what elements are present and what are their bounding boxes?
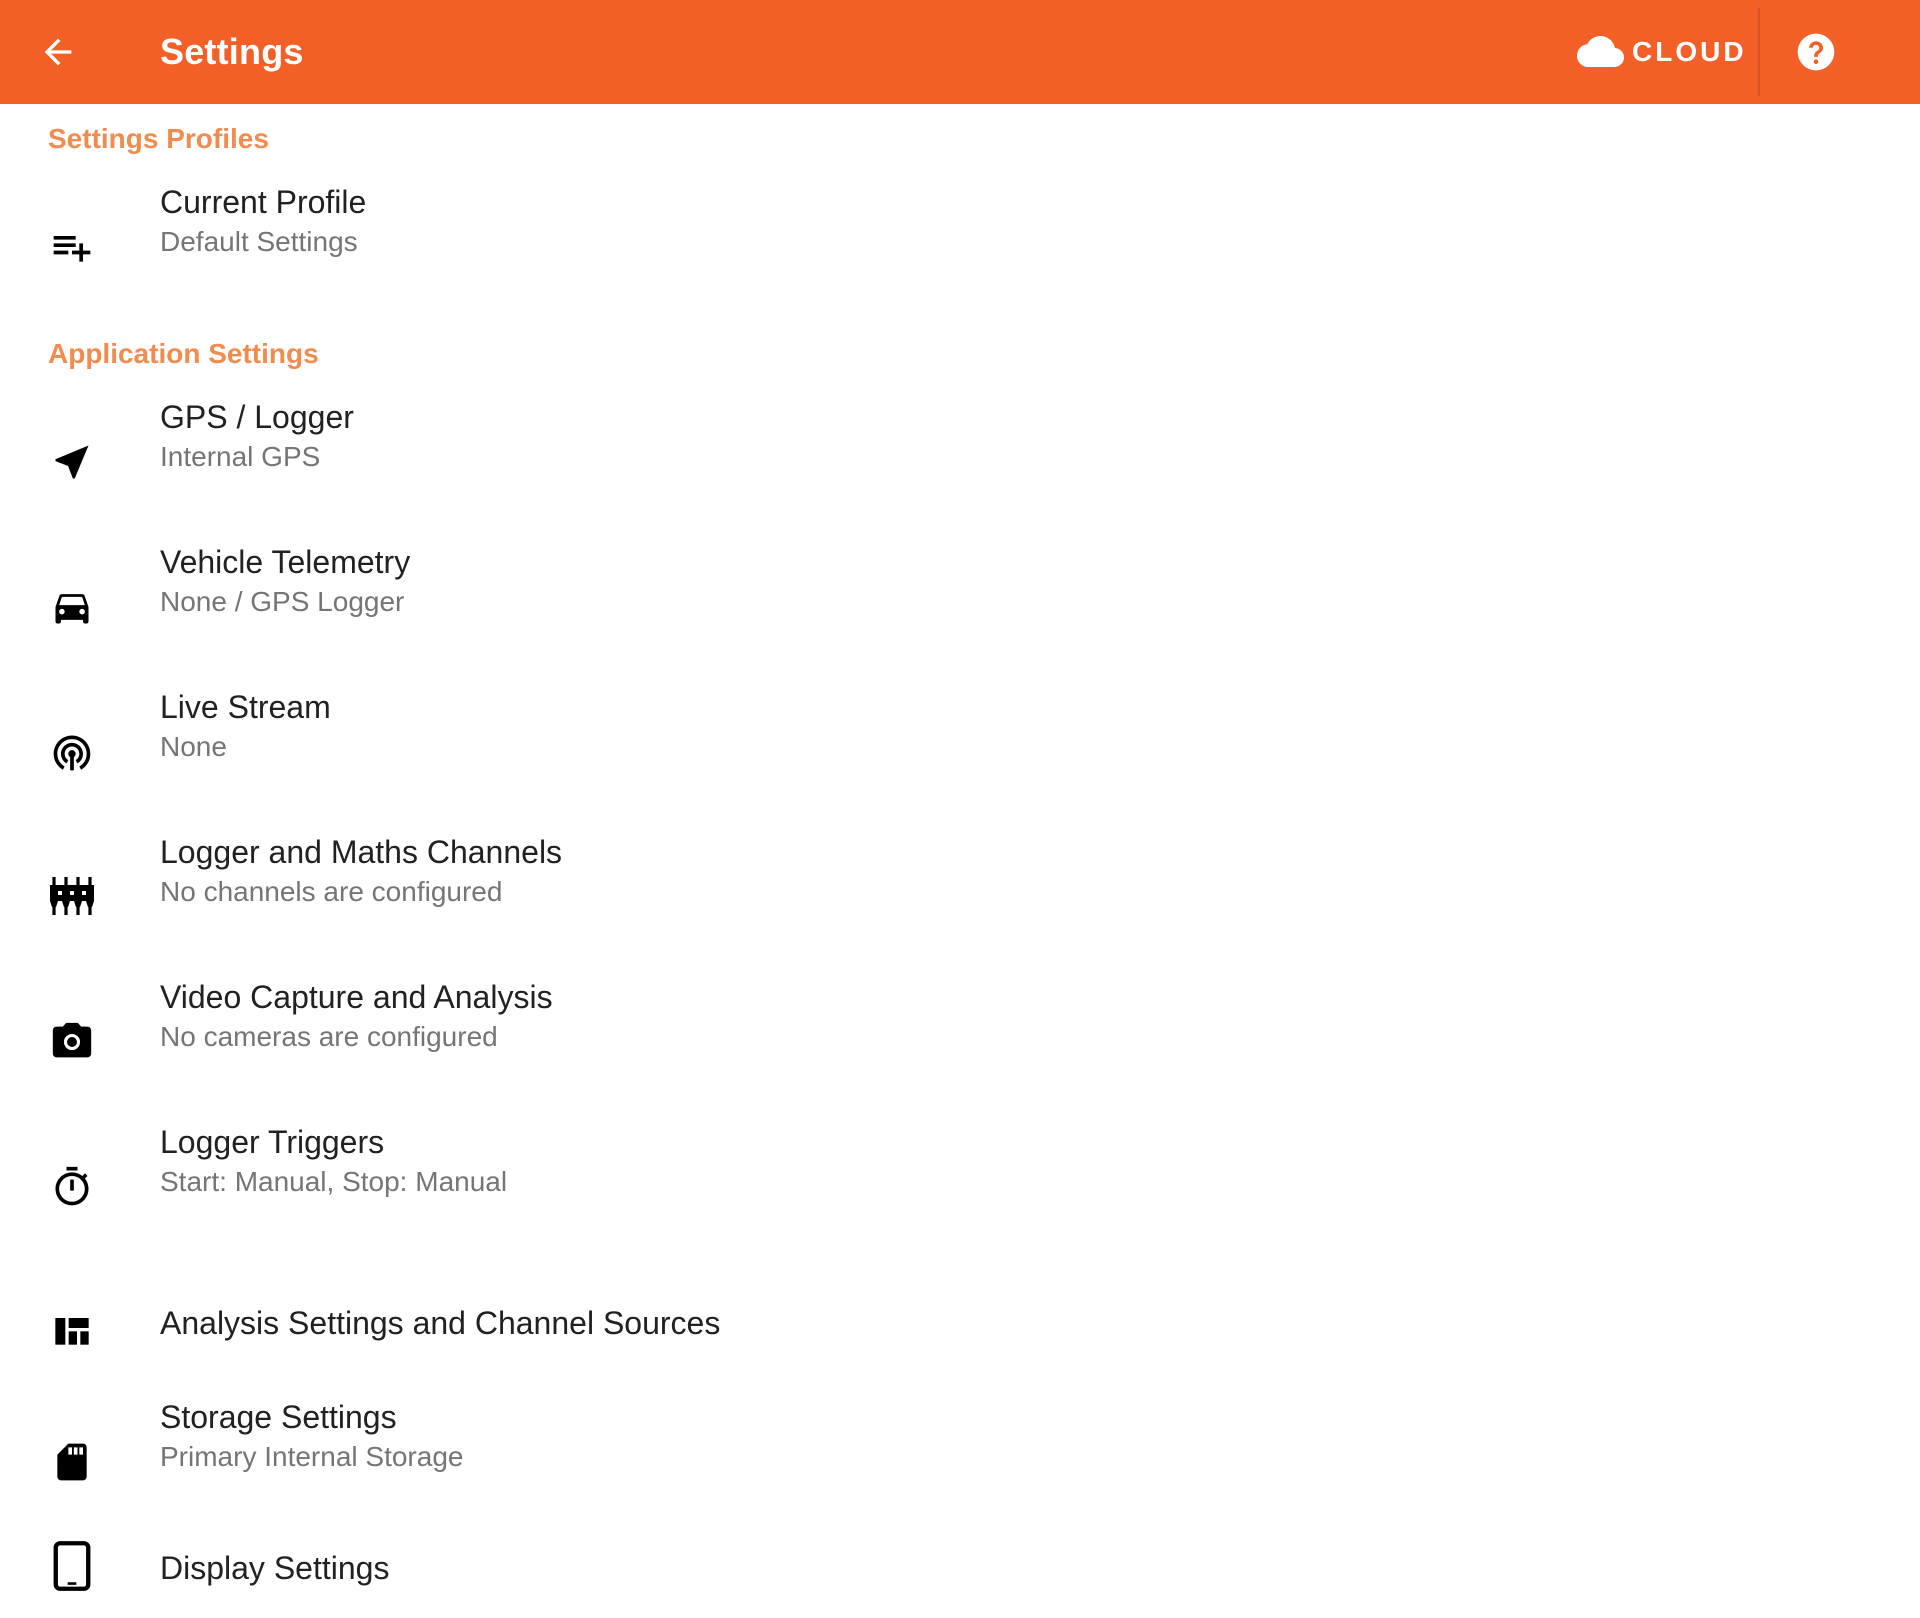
section-header-profiles: Settings Profiles bbox=[48, 123, 269, 154]
help-button[interactable] bbox=[1792, 28, 1840, 76]
item-title: Video Capture and Analysis bbox=[160, 979, 553, 1015]
playlist-add-icon bbox=[48, 223, 96, 271]
app-bar: Settings CLOUD bbox=[0, 0, 1920, 104]
back-button[interactable] bbox=[34, 28, 82, 76]
arrow-back-icon bbox=[44, 38, 72, 66]
item-title: Live Stream bbox=[160, 689, 331, 725]
item-title: GPS / Logger bbox=[160, 399, 354, 435]
broadcast-antenna-icon bbox=[48, 728, 96, 776]
help-circle-icon bbox=[1797, 33, 1835, 71]
cloud-button[interactable]: CLOUD bbox=[1572, 20, 1748, 84]
appbar-divider bbox=[1758, 8, 1760, 96]
item-subtitle: None bbox=[160, 731, 227, 762]
item-title: Display Settings bbox=[160, 1550, 390, 1586]
item-title: Vehicle Telemetry bbox=[160, 544, 411, 580]
list-item-display-settings[interactable]: Display Settings bbox=[0, 1532, 1920, 1618]
tablet-icon bbox=[48, 1541, 96, 1591]
item-subtitle: Start: Manual, Stop: Manual bbox=[160, 1166, 508, 1197]
item-title: Storage Settings bbox=[160, 1399, 397, 1435]
section-header-application: Application Settings bbox=[48, 338, 319, 369]
item-subtitle: Internal GPS bbox=[160, 441, 321, 472]
input-channels-icon bbox=[48, 873, 96, 921]
item-title: Logger and Maths Channels bbox=[160, 834, 563, 870]
list-item-live-stream[interactable]: Live Stream None bbox=[0, 687, 1920, 817]
dashboard-icon bbox=[48, 1309, 96, 1357]
page-title: Settings bbox=[160, 31, 304, 72]
navigation-arrow-icon bbox=[48, 438, 96, 486]
timer-icon bbox=[48, 1163, 96, 1211]
camera-icon bbox=[48, 1018, 96, 1066]
item-subtitle: No channels are configured bbox=[160, 876, 503, 907]
list-item-logger-triggers[interactable]: Logger Triggers Start: Manual, Stop: Man… bbox=[0, 1122, 1920, 1252]
item-title: Current Profile bbox=[160, 184, 367, 220]
cloud-icon bbox=[1577, 36, 1624, 67]
list-item-storage-settings[interactable]: Storage Settings Primary Internal Storag… bbox=[0, 1397, 1920, 1527]
list-item-analysis-settings[interactable]: Analysis Settings and Channel Sources bbox=[0, 1267, 1920, 1377]
list-item-gps-logger[interactable]: GPS / Logger Internal GPS bbox=[0, 397, 1920, 527]
sd-card-icon bbox=[48, 1438, 96, 1486]
list-item-logger-maths-channels[interactable]: Logger and Maths Channels No channels ar… bbox=[0, 832, 1920, 962]
item-subtitle: No cameras are configured bbox=[160, 1021, 498, 1052]
list-item-video-capture[interactable]: Video Capture and Analysis No cameras ar… bbox=[0, 977, 1920, 1107]
cloud-label: CLOUD bbox=[1632, 36, 1747, 67]
item-title: Analysis Settings and Channel Sources bbox=[160, 1305, 721, 1341]
item-subtitle: Default Settings bbox=[160, 226, 358, 257]
item-subtitle: Primary Internal Storage bbox=[160, 1441, 464, 1472]
list-item-vehicle-telemetry[interactable]: Vehicle Telemetry None / GPS Logger bbox=[0, 542, 1920, 672]
item-title: Logger Triggers bbox=[160, 1124, 385, 1160]
item-subtitle: None / GPS Logger bbox=[160, 586, 405, 617]
car-icon bbox=[48, 583, 96, 631]
list-item-current-profile[interactable]: Current Profile Default Settings bbox=[0, 182, 1920, 312]
